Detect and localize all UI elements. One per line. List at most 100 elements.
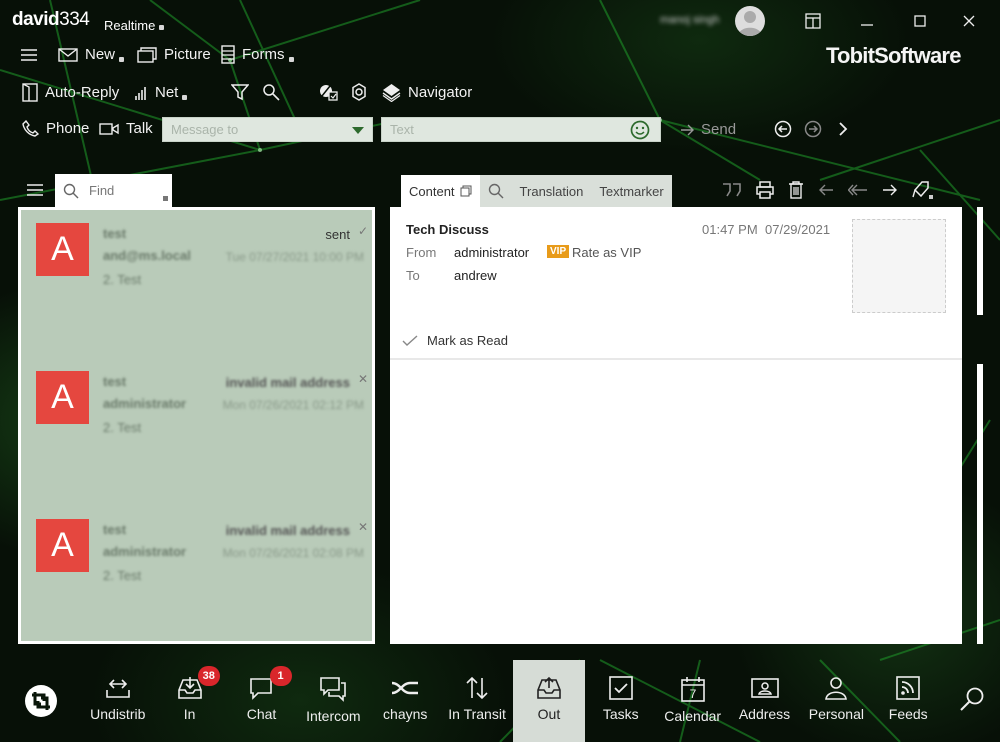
phone-button[interactable]: Phone bbox=[22, 120, 89, 137]
checkmark-icon bbox=[402, 334, 418, 346]
user-avatar[interactable] bbox=[735, 6, 765, 36]
forms-button[interactable]: Forms bbox=[221, 45, 294, 64]
up-down-arrows-icon bbox=[466, 676, 488, 700]
chevron-down-icon[interactable] bbox=[352, 127, 364, 134]
from-value[interactable]: administrator bbox=[454, 245, 529, 260]
nav-feeds[interactable]: Feeds bbox=[872, 660, 944, 742]
checkmark-icon: ✓ bbox=[357, 224, 368, 238]
settings-button[interactable] bbox=[350, 83, 368, 101]
to-value[interactable]: andrew bbox=[454, 268, 497, 283]
message-list[interactable]: A test and@ms.local 2. Test sent ✓ Tue 0… bbox=[18, 207, 375, 644]
send-button[interactable]: Send bbox=[680, 121, 736, 138]
message-to-input[interactable] bbox=[163, 118, 343, 141]
nav-intercom[interactable]: Intercom bbox=[297, 660, 369, 742]
task-checkbox-icon bbox=[608, 676, 633, 700]
new-label: New bbox=[85, 46, 116, 63]
tab-textmarker-label: Textmarker bbox=[599, 183, 664, 199]
header-divider bbox=[390, 358, 962, 360]
nav-undistrib[interactable]: Undistrib bbox=[82, 660, 154, 742]
net-label: Net bbox=[155, 84, 179, 101]
tag-icon[interactable] bbox=[912, 180, 934, 200]
dropdown-indicator-icon[interactable] bbox=[163, 196, 168, 201]
nav-out[interactable]: Out bbox=[513, 660, 585, 742]
nav-label: Out bbox=[537, 706, 561, 722]
chevron-right-icon bbox=[839, 122, 848, 136]
navigator-button[interactable]: Navigator bbox=[382, 83, 472, 102]
door-icon bbox=[22, 83, 38, 102]
nav-in[interactable]: In 38 bbox=[154, 660, 226, 742]
search-icon bbox=[63, 183, 79, 198]
emoji-button[interactable] bbox=[630, 120, 650, 140]
nav-home[interactable] bbox=[0, 660, 82, 742]
quote-icon[interactable] bbox=[722, 183, 742, 197]
rules-button[interactable] bbox=[319, 83, 339, 101]
maximize-button[interactable] bbox=[911, 12, 929, 30]
tab-textmarker[interactable]: Textmarker bbox=[591, 175, 672, 207]
mark-as-read-button[interactable]: Mark as Read bbox=[402, 333, 508, 348]
trash-icon[interactable] bbox=[788, 181, 804, 199]
new-button[interactable]: New bbox=[58, 46, 125, 63]
nav-calendar[interactable]: 7 Calendar bbox=[657, 660, 729, 742]
talk-button[interactable]: Talk bbox=[99, 120, 153, 137]
expand-button[interactable] bbox=[837, 121, 849, 137]
layout-button[interactable] bbox=[804, 12, 822, 30]
find-field[interactable]: Find bbox=[55, 174, 172, 207]
nav-personal[interactable]: Personal bbox=[800, 660, 872, 742]
forms-label: Forms bbox=[242, 46, 285, 63]
message-to-select[interactable] bbox=[162, 117, 373, 142]
net-button[interactable]: Net bbox=[134, 84, 188, 101]
forward-arrow-icon[interactable] bbox=[882, 183, 898, 197]
tab-content[interactable]: Content bbox=[401, 175, 480, 207]
list-item[interactable]: A test administrator 2. Test invalid mai… bbox=[21, 358, 372, 498]
text-field[interactable] bbox=[381, 117, 661, 142]
auto-reply-button[interactable]: Auto-Reply bbox=[22, 83, 119, 102]
reply-arrow-left-icon[interactable] bbox=[818, 183, 834, 197]
nav-search[interactable] bbox=[944, 660, 1000, 742]
text-input[interactable] bbox=[382, 118, 562, 141]
realtime-mode[interactable]: Realtime bbox=[104, 15, 165, 33]
picture-label: Picture bbox=[164, 46, 211, 63]
nav-label: Chat bbox=[246, 706, 277, 722]
signal-bars-icon bbox=[135, 86, 146, 100]
nav-label: In bbox=[183, 706, 196, 722]
outbox-icon bbox=[537, 676, 561, 699]
item-preview: 2. Test bbox=[103, 272, 142, 287]
nav-tasks[interactable]: Tasks bbox=[585, 660, 657, 742]
list-item[interactable]: A test and@ms.local 2. Test sent ✓ Tue 0… bbox=[21, 210, 372, 350]
nav-chayns[interactable]: chayns bbox=[369, 660, 441, 742]
reply-all-icon[interactable] bbox=[848, 183, 868, 197]
nav-chat[interactable]: Chat 1 bbox=[226, 660, 298, 742]
nav-label: Calendar bbox=[664, 708, 722, 724]
message-subject: Tech Discuss bbox=[406, 222, 489, 237]
body-scrollbar[interactable] bbox=[977, 364, 983, 644]
next-button[interactable] bbox=[804, 120, 822, 138]
previous-button[interactable] bbox=[774, 120, 792, 138]
talk-label: Talk bbox=[126, 120, 153, 137]
nav-address[interactable]: Address bbox=[729, 660, 801, 742]
envelope-icon bbox=[58, 47, 78, 62]
tab-translation[interactable]: Translation bbox=[511, 175, 592, 207]
nav-in-transit[interactable]: In Transit bbox=[441, 660, 513, 742]
picture-button[interactable]: Picture bbox=[137, 46, 211, 63]
filter-icon bbox=[231, 84, 249, 101]
list-item[interactable]: A test administrator 2. Test invalid mai… bbox=[21, 506, 372, 646]
close-button[interactable] bbox=[960, 12, 978, 30]
print-icon[interactable] bbox=[756, 181, 774, 199]
item-preview: 2. Test bbox=[103, 568, 142, 583]
popout-icon[interactable] bbox=[460, 185, 472, 197]
arrow-right-icon bbox=[681, 124, 694, 135]
search-button[interactable] bbox=[262, 83, 280, 101]
header-scrollbar[interactable] bbox=[977, 207, 983, 315]
tab-search[interactable] bbox=[479, 175, 512, 207]
dropdown-indicator-icon bbox=[182, 95, 188, 100]
item-status: invalid mail address bbox=[225, 523, 350, 538]
vip-badge[interactable]: VIP bbox=[547, 245, 570, 258]
list-menu-button[interactable] bbox=[26, 182, 44, 198]
main-menu-button[interactable] bbox=[20, 47, 38, 63]
minimize-button[interactable] bbox=[858, 12, 876, 30]
item-address: administrator bbox=[103, 396, 187, 411]
filter-button[interactable] bbox=[231, 83, 249, 101]
nav-label: In Transit bbox=[448, 706, 506, 722]
nav-label: Personal bbox=[808, 706, 864, 722]
rate-as-vip-link[interactable]: Rate as VIP bbox=[572, 245, 641, 260]
